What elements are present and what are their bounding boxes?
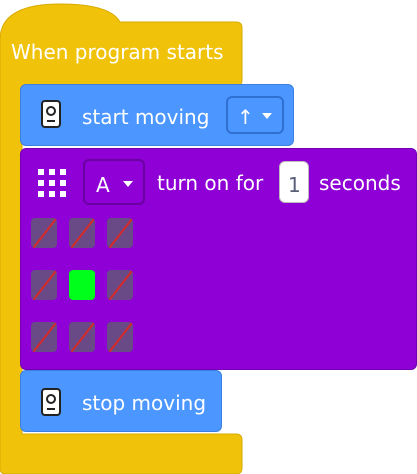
start-moving-block[interactable]: start moving ↑ bbox=[20, 84, 294, 146]
start-moving-label: start moving bbox=[82, 105, 210, 129]
pixel-1-3[interactable] bbox=[107, 218, 133, 248]
chevron-down-icon bbox=[262, 113, 272, 119]
motor-hub-icon bbox=[41, 100, 61, 128]
pixel-3-3[interactable] bbox=[107, 322, 133, 352]
stop-moving-label: stop moving bbox=[82, 391, 207, 415]
duration-input[interactable]: 1 bbox=[279, 161, 309, 203]
pixel-2-3[interactable] bbox=[107, 270, 133, 300]
stop-moving-block[interactable]: stop moving bbox=[20, 370, 222, 432]
motor-hub-icon bbox=[41, 388, 61, 416]
duration-value: 1 bbox=[288, 173, 301, 197]
pixel-grid[interactable] bbox=[31, 218, 141, 358]
turn-on-for-label: turn on for bbox=[157, 171, 264, 195]
port-dropdown[interactable]: A bbox=[83, 159, 145, 205]
pixel-1-1[interactable] bbox=[31, 218, 57, 248]
pixel-1-2[interactable] bbox=[69, 218, 95, 248]
pixel-2-2[interactable] bbox=[69, 270, 95, 300]
direction-dropdown[interactable]: ↑ bbox=[226, 96, 284, 134]
pixel-3-1[interactable] bbox=[31, 322, 57, 352]
pixel-3-2[interactable] bbox=[69, 322, 95, 352]
seconds-label: seconds bbox=[319, 171, 401, 195]
pixel-2-1[interactable] bbox=[31, 270, 57, 300]
port-value: A bbox=[96, 173, 110, 197]
hat-label: When program starts bbox=[11, 40, 224, 64]
light-matrix-icon bbox=[38, 169, 66, 197]
direction-arrow: ↑ bbox=[237, 105, 254, 129]
light-matrix-block[interactable]: A turn on for 1 seconds bbox=[20, 148, 417, 370]
chevron-down-icon bbox=[123, 181, 133, 187]
